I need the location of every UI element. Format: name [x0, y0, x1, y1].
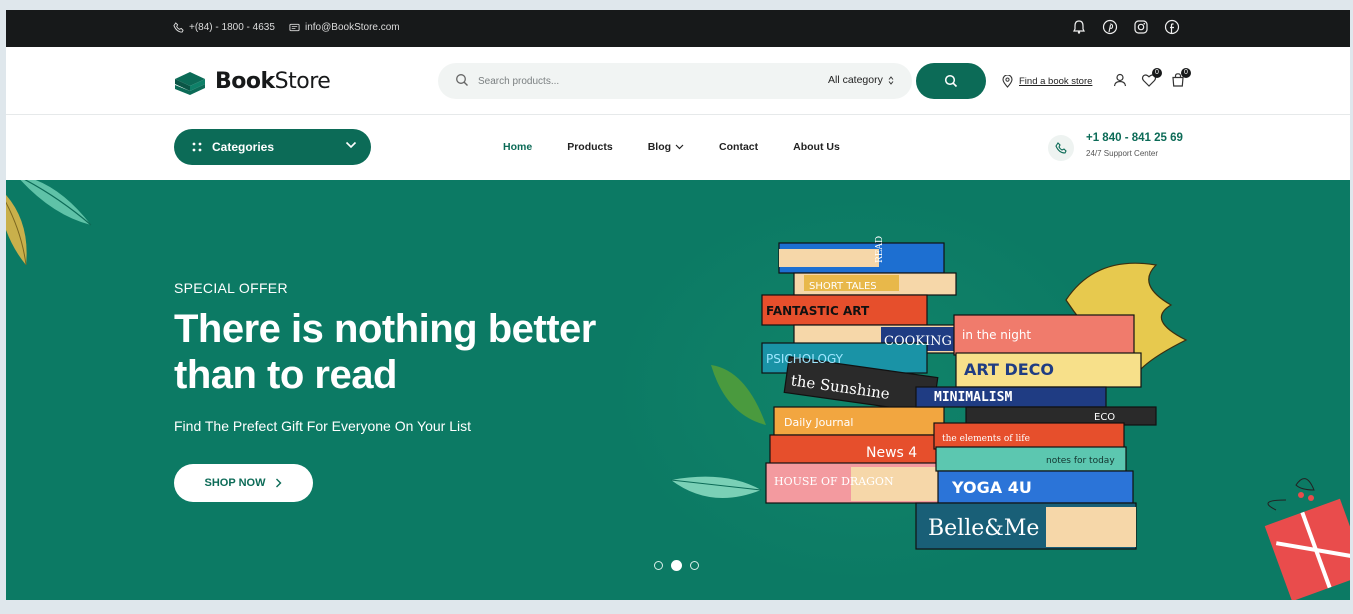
topbar-phone-text: +(84) - 1800 - 4635 [189, 22, 275, 33]
book-spine-text: ECO [1094, 412, 1115, 423]
logo-wordmark: BookStore [215, 68, 331, 94]
facebook-icon[interactable] [1164, 19, 1180, 35]
shop-now-button[interactable]: SHOP NOW [174, 464, 313, 502]
book-spine-text: MINIMALISM [934, 390, 1012, 405]
slider-dots [654, 560, 699, 571]
chevron-down-icon [345, 141, 357, 149]
phone-icon [173, 22, 184, 33]
gift-box-decoration-icon [1264, 478, 1350, 600]
category-select[interactable]: All category [828, 74, 894, 86]
book-spine-text: News 4 [866, 445, 917, 461]
site-header: BookStore All category Find a book store [6, 47, 1350, 115]
slider-dot-active[interactable] [671, 560, 682, 571]
page-frame: +(84) - 1800 - 4635 info@BookStore.com B… [6, 10, 1350, 600]
nav-item-about-us[interactable]: About Us [793, 141, 840, 153]
search-box: All category [438, 63, 912, 99]
support-phone-number: +1 840 - 841 25 69 [1086, 132, 1183, 144]
nav-item-products[interactable]: Products [567, 141, 613, 153]
topbar-email[interactable]: info@BookStore.com [289, 22, 400, 33]
user-icon [1113, 73, 1127, 87]
location-pin-icon [1002, 75, 1013, 88]
account-button[interactable] [1112, 72, 1128, 88]
book-spine-text: PSICHOLOGY [766, 352, 844, 366]
leaf-decoration-icon [6, 180, 92, 266]
shop-now-label: SHOP NOW [204, 477, 266, 489]
categories-button[interactable]: Categories [174, 129, 371, 165]
nav-item-blog[interactable]: Blog [648, 141, 684, 153]
nav-item-label: Products [567, 141, 613, 153]
book-spine-text: SHORT TALES [809, 281, 877, 292]
main-navbar: Categories Home Products Blog Contact Ab… [6, 116, 1350, 180]
nav-item-label: Contact [719, 141, 759, 153]
support-phone-caption: 24/7 Support Center [1086, 149, 1159, 158]
nav-item-label: Home [503, 141, 533, 153]
search-icon [456, 74, 468, 86]
book-spine-text: FANTASTIC ART [766, 304, 870, 318]
search-button[interactable] [916, 63, 986, 99]
nav-item-contact[interactable]: Contact [719, 141, 758, 153]
categories-label: Categories [212, 140, 275, 154]
search-bar: All category [438, 63, 986, 99]
instagram-icon[interactable] [1133, 19, 1149, 35]
chevron-down-icon [675, 144, 684, 150]
topbar-phone[interactable]: +(84) - 1800 - 4635 [173, 22, 275, 33]
slider-dot[interactable] [654, 561, 663, 570]
grid-dots-icon [192, 142, 202, 152]
find-store-text: Find a book store [1019, 76, 1093, 87]
book-stack-illustration: READ KING SHORT TALES FANTASTIC ART COOK… [670, 235, 1188, 550]
social-links [1071, 19, 1180, 35]
book-spine-text: in the night [962, 328, 1031, 342]
book-spine-text: YOGA 4U [951, 478, 1032, 497]
hero-subline: Find The Prefect Gift For Everyone On Yo… [174, 418, 471, 434]
phone-icon [1048, 135, 1074, 161]
sort-arrows-icon [888, 75, 894, 85]
book-spine-text: Belle&Me [928, 516, 1039, 541]
cart-button[interactable]: 0 [1170, 68, 1191, 88]
hero-headline: There is nothing better than to read [174, 307, 596, 397]
book-spine-text: READ KING [875, 235, 885, 263]
category-select-label: All category [828, 74, 883, 86]
book-spine-text: COOKING [884, 334, 952, 349]
slider-dot[interactable] [690, 561, 699, 570]
hero-banner: SPECIAL OFFER There is nothing better th… [6, 180, 1350, 600]
header-icons: 0 0 [1112, 68, 1191, 88]
primary-menu: Home Products Blog Contact About Us [503, 141, 875, 153]
wishlist-button[interactable]: 0 [1141, 68, 1162, 88]
top-bar: +(84) - 1800 - 4635 info@BookStore.com [6, 10, 1350, 47]
book-stack-logo-icon [175, 72, 205, 95]
logo[interactable]: BookStore [173, 67, 331, 95]
nav-item-label: Blog [647, 141, 672, 153]
topbar-email-text: info@BookStore.com [305, 22, 400, 33]
book-spine-text: HOUSE OF DRAGON [774, 475, 894, 488]
hero-eyebrow: SPECIAL OFFER [174, 280, 288, 296]
nav-item-home[interactable]: Home [503, 141, 532, 153]
cart-count-badge: 0 [1181, 68, 1191, 78]
pinterest-icon[interactable] [1102, 19, 1118, 35]
find-store-link[interactable]: Find a book store [1002, 75, 1092, 88]
bell-icon[interactable] [1071, 19, 1087, 35]
nav-item-label: About Us [793, 141, 840, 153]
book-spine-text: Daily Journal [784, 416, 853, 429]
book-spine-text: notes for today [1046, 456, 1115, 466]
book-spine-text: ART DECO [964, 360, 1054, 379]
wishlist-count-badge: 0 [1152, 68, 1162, 78]
mail-icon [289, 23, 300, 32]
chevron-right-icon [276, 478, 282, 488]
search-icon [944, 74, 958, 88]
search-input[interactable] [478, 72, 778, 90]
book-spine-text: the elements of life [942, 434, 1030, 444]
